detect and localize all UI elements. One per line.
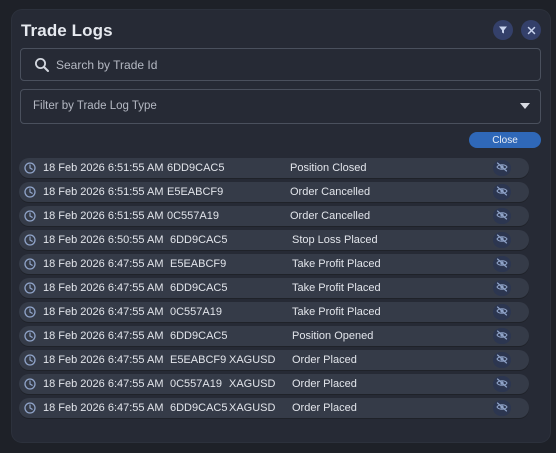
trade-log-list: 18 Feb 2026 6:51:55 AM 6DD9CAC5 Position… [19,158,529,422]
clock-icon [24,402,36,414]
trade-log-row: 18 Feb 2026 6:47:55 AM 6DD9CAC5 XAGUSD O… [19,398,529,418]
clock-icon [24,258,36,270]
eye-off-icon [496,281,508,295]
clock-icon [24,354,36,366]
clock-icon [24,234,36,246]
log-time: 18 Feb 2026 6:50:55 AM [43,234,164,246]
log-trade-id: 6DD9CAC5 [170,402,228,414]
log-type: Position Opened [292,330,374,342]
x-icon [527,26,536,35]
log-time: 18 Feb 2026 6:47:55 AM [43,354,164,366]
trade-log-row: 18 Feb 2026 6:47:55 AM 6DD9CAC5 Take Pro… [19,278,529,298]
log-trade-id: 0C557A19 [167,210,219,222]
close-panel-button[interactable] [521,20,541,40]
log-time: 18 Feb 2026 6:47:55 AM [43,258,164,270]
eye-off-icon [496,185,508,199]
clock-icon [24,186,36,198]
clock-icon [24,282,36,294]
search-icon [34,57,50,73]
eye-off-icon [496,401,508,415]
eye-off-icon [496,353,508,367]
funnel-icon [498,25,508,35]
log-trade-id: 6DD9CAC5 [170,282,228,294]
eye-off-icon [496,329,508,343]
search-field[interactable] [20,48,541,81]
eye-off-icon [496,233,508,247]
close-button[interactable]: Close [469,132,541,148]
toggle-details-button[interactable] [493,232,511,248]
log-trade-id: 6DD9CAC5 [170,234,228,246]
toggle-details-button[interactable] [493,400,511,416]
trade-log-row: 18 Feb 2026 6:47:55 AM E5EABCF9 XAGUSD O… [19,350,529,370]
toggle-details-button[interactable] [493,208,511,224]
trade-logs-panel: Trade Logs Filter by Trade Log Type Clos… [12,10,550,442]
log-type: Take Profit Placed [292,258,381,270]
log-trade-id: E5EABCF9 [167,186,224,198]
trade-log-row: 18 Feb 2026 6:51:55 AM E5EABCF9 Order Ca… [19,182,529,202]
trade-log-row: 18 Feb 2026 6:51:55 AM 6DD9CAC5 Position… [19,158,529,178]
log-trade-id: 6DD9CAC5 [170,330,228,342]
log-symbol: XAGUSD [229,378,276,390]
log-type: Order Cancelled [290,210,371,222]
trade-log-row: 18 Feb 2026 6:47:55 AM 0C557A19 Take Pro… [19,302,529,322]
log-time: 18 Feb 2026 6:51:55 AM [43,162,164,174]
toggle-details-button[interactable] [493,376,511,392]
toggle-details-button[interactable] [493,280,511,296]
toggle-details-button[interactable] [493,328,511,344]
log-type: Stop Loss Placed [292,234,378,246]
log-type: Order Placed [292,378,357,390]
log-trade-id: 0C557A19 [170,306,222,318]
eye-off-icon [496,257,508,271]
log-type: Take Profit Placed [292,306,381,318]
panel-title: Trade Logs [21,21,113,40]
eye-off-icon [496,305,508,319]
trade-log-row: 18 Feb 2026 6:47:55 AM 6DD9CAC5 Position… [19,326,529,346]
trade-log-row: 18 Feb 2026 6:51:55 AM 0C557A19 Order Ca… [19,206,529,226]
toggle-details-button[interactable] [493,184,511,200]
toggle-details-button[interactable] [493,160,511,176]
eye-off-icon [496,377,508,391]
filter-toggle-button[interactable] [493,20,513,40]
search-input[interactable] [56,57,496,72]
trade-log-row: 18 Feb 2026 6:47:55 AM E5EABCF9 Take Pro… [19,254,529,274]
clock-icon [24,378,36,390]
log-time: 18 Feb 2026 6:47:55 AM [43,402,164,414]
log-symbol: XAGUSD [229,402,276,414]
log-trade-id: 0C557A19 [170,378,222,390]
log-time: 18 Feb 2026 6:47:55 AM [43,282,164,294]
eye-off-icon [496,161,508,175]
eye-off-icon [496,209,508,223]
toggle-details-button[interactable] [493,352,511,368]
log-trade-id: E5EABCF9 [170,258,227,270]
trade-log-type-select[interactable]: Filter by Trade Log Type [20,89,541,124]
log-symbol: XAGUSD [229,354,276,366]
trade-log-row: 18 Feb 2026 6:47:55 AM 0C557A19 XAGUSD O… [19,374,529,394]
caret-down-icon [520,103,530,109]
log-time: 18 Feb 2026 6:51:55 AM [43,210,164,222]
log-type: Order Cancelled [290,186,371,198]
trade-log-row: 18 Feb 2026 6:50:55 AM 6DD9CAC5 Stop Los… [19,230,529,250]
filter-label: Filter by Trade Log Type [33,100,157,112]
log-time: 18 Feb 2026 6:51:55 AM [43,186,164,198]
clock-icon [24,306,36,318]
log-type: Position Closed [290,162,367,174]
log-trade-id: E5EABCF9 [170,354,227,366]
log-time: 18 Feb 2026 6:47:55 AM [43,330,164,342]
clock-icon [24,210,36,222]
log-type: Order Placed [292,402,357,414]
log-trade-id: 6DD9CAC5 [167,162,225,174]
log-type: Order Placed [292,354,357,366]
clock-icon [24,162,36,174]
toggle-details-button[interactable] [493,304,511,320]
log-time: 18 Feb 2026 6:47:55 AM [43,378,164,390]
clock-icon [24,330,36,342]
log-type: Take Profit Placed [292,282,381,294]
log-time: 18 Feb 2026 6:47:55 AM [43,306,164,318]
toggle-details-button[interactable] [493,256,511,272]
